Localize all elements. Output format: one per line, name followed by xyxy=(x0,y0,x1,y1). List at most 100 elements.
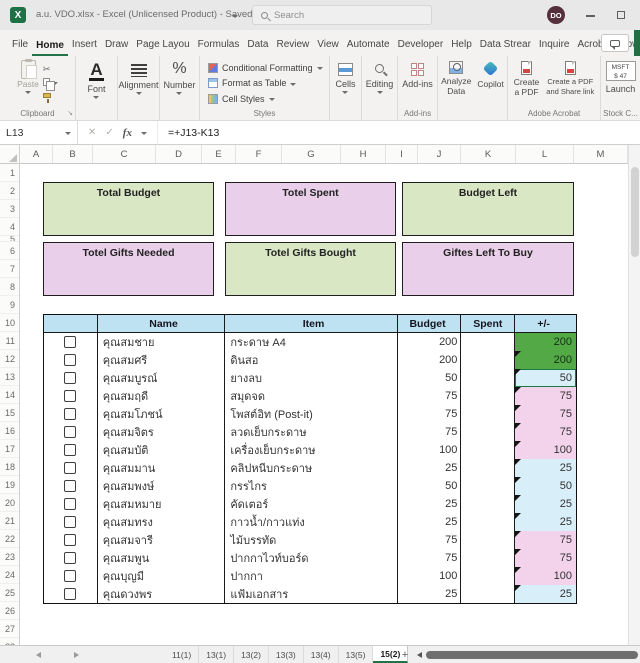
minimize-button[interactable] xyxy=(586,15,595,17)
create-pdf-share-button[interactable]: Create a PDFand Share link xyxy=(546,56,594,108)
clipboard-dialog-launcher[interactable]: ↘ xyxy=(67,108,73,119)
name-cell[interactable]: คุณสมพงษ์ xyxy=(98,477,226,495)
column-header-K[interactable]: K xyxy=(461,145,516,163)
comments-button[interactable] xyxy=(601,34,629,52)
budget-cell[interactable]: 75 xyxy=(398,423,462,441)
budget-cell[interactable]: 25 xyxy=(398,513,462,531)
diff-cell[interactable]: 100 xyxy=(515,567,576,585)
item-cell[interactable]: คลิปหนีบกระดาษ xyxy=(225,459,397,477)
select-all-corner[interactable] xyxy=(0,145,20,164)
checkbox[interactable] xyxy=(64,588,76,600)
budget-cell[interactable]: 100 xyxy=(398,567,462,585)
checkbox[interactable] xyxy=(64,462,76,474)
paste-button[interactable]: Paste xyxy=(17,60,39,108)
name-cell[interactable]: คุณสมพูน xyxy=(98,549,226,567)
budget-cell[interactable]: 75 xyxy=(398,549,462,567)
table-header-checkbox[interactable] xyxy=(44,315,98,333)
item-cell[interactable]: กระดาษ A4 xyxy=(225,333,397,351)
item-cell[interactable]: แฟ้มเอกสาร xyxy=(225,585,397,603)
item-cell[interactable]: โพสต์อิท (Post-it) xyxy=(225,405,397,423)
name-cell[interactable]: คุณสมชาย xyxy=(98,333,226,351)
addins-button[interactable]: Add-ins xyxy=(402,56,433,108)
budget-cell[interactable]: 75 xyxy=(398,531,462,549)
menu-tab-page-layou[interactable]: Page Layou xyxy=(132,39,193,56)
column-headers[interactable]: ABCDEFGHIJKLM xyxy=(0,145,628,164)
checkbox[interactable] xyxy=(64,390,76,402)
menu-tab-formulas[interactable]: Formulas xyxy=(194,39,244,56)
vertical-scrollbar[interactable] xyxy=(628,145,640,645)
menu-tab-automate[interactable]: Automate xyxy=(343,39,394,56)
stock-launch-button[interactable]: MSFT$ 47 Launch xyxy=(606,56,636,108)
spent-cell[interactable] xyxy=(461,585,515,603)
item-cell[interactable]: สมุดจด xyxy=(225,387,397,405)
enter-button[interactable]: ✓ xyxy=(105,127,113,138)
checkbox[interactable] xyxy=(64,426,76,438)
item-cell[interactable]: เครื่องเย็บกระดาษ xyxy=(225,441,397,459)
menu-tab-data[interactable]: Data xyxy=(243,39,272,56)
table-header-Spent[interactable]: Spent xyxy=(461,315,515,333)
checkbox[interactable] xyxy=(64,354,76,366)
checkbox[interactable] xyxy=(64,480,76,492)
copy-button[interactable] xyxy=(43,77,58,87)
name-cell[interactable]: คุณสมจิตร xyxy=(98,423,226,441)
column-header-J[interactable]: J xyxy=(418,145,461,163)
diff-cell-selected[interactable]: 50 xyxy=(515,369,576,387)
sheet-tab-135[interactable]: 13(5) xyxy=(339,646,374,663)
format-painter-button[interactable] xyxy=(43,90,58,100)
item-cell[interactable]: ไม้บรรทัด xyxy=(225,531,397,549)
checkbox[interactable] xyxy=(64,570,76,582)
create-pdf-button[interactable]: Createa PDF xyxy=(514,56,540,108)
menu-tab-developer[interactable]: Developer xyxy=(394,39,448,56)
budget-cell[interactable]: 200 xyxy=(398,333,462,351)
formula-input[interactable]: =+J13-K13 xyxy=(158,127,219,139)
diff-cell[interactable]: 200 xyxy=(515,333,576,351)
diff-cell[interactable]: 25 xyxy=(515,495,576,513)
spent-cell[interactable] xyxy=(461,423,515,441)
cell-styles-button[interactable]: Cell Styles xyxy=(208,92,323,105)
diff-cell[interactable]: 100 xyxy=(515,441,576,459)
item-cell[interactable]: ยางลบ xyxy=(225,369,397,387)
name-cell[interactable]: คุณสมจารี xyxy=(98,531,226,549)
editing-button[interactable]: Editing xyxy=(366,56,394,108)
spent-cell[interactable] xyxy=(461,387,515,405)
hscroll-left-arrow-icon[interactable] xyxy=(417,652,422,658)
summary-box-totel-spent[interactable]: Totel Spent xyxy=(225,182,396,236)
diff-cell[interactable]: 200 xyxy=(515,351,576,369)
checkbox[interactable] xyxy=(64,498,76,510)
menu-tab-inquire[interactable]: Inquire xyxy=(535,39,574,56)
summary-box-budget-left[interactable]: Budget Left xyxy=(402,182,574,236)
font-button[interactable]: A Font xyxy=(87,56,105,108)
name-cell[interactable]: คุณบุญมี xyxy=(98,567,226,585)
menu-tab-insert[interactable]: Insert xyxy=(68,39,101,56)
budget-cell[interactable]: 75 xyxy=(398,387,462,405)
format-as-table-button[interactable]: Format as Table xyxy=(208,77,323,90)
budget-cell[interactable]: 50 xyxy=(398,477,462,495)
table-header-Name[interactable]: Name xyxy=(98,315,226,333)
spent-cell[interactable] xyxy=(461,567,515,585)
column-header-A[interactable]: A xyxy=(20,145,53,163)
name-cell[interactable]: คุณสมบัติ xyxy=(98,441,226,459)
insert-function-button[interactable]: fx xyxy=(123,127,132,139)
avatar[interactable]: DO xyxy=(547,6,565,24)
item-cell[interactable]: ปากกา xyxy=(225,567,397,585)
item-cell[interactable]: คัดเตอร์ xyxy=(225,495,397,513)
name-cell[interactable]: คุณสมโภชน์ xyxy=(98,405,226,423)
cancel-button[interactable]: ✕ xyxy=(88,127,96,138)
spent-cell[interactable] xyxy=(461,495,515,513)
menu-tab-data-strear[interactable]: Data Strear xyxy=(476,39,535,56)
budget-cell[interactable]: 50 xyxy=(398,369,462,387)
column-header-H[interactable]: H xyxy=(341,145,386,163)
checkbox[interactable] xyxy=(64,336,76,348)
sheet-tab-132[interactable]: 13(2) xyxy=(234,646,269,663)
spent-cell[interactable] xyxy=(461,549,515,567)
vertical-scrollbar-thumb[interactable] xyxy=(631,167,639,257)
sheet-nav-prev-icon[interactable] xyxy=(36,652,41,658)
sheet-nav-next-icon[interactable] xyxy=(74,652,79,658)
budget-cell[interactable]: 75 xyxy=(398,405,462,423)
new-sheet-button[interactable]: + xyxy=(398,648,412,662)
name-cell[interactable]: คุณสมฤดี xyxy=(98,387,226,405)
title-dropdown-caret-icon[interactable] xyxy=(232,15,238,18)
checkbox[interactable] xyxy=(64,408,76,420)
number-button[interactable]: % Number xyxy=(163,56,195,108)
column-header-G[interactable]: G xyxy=(282,145,341,163)
